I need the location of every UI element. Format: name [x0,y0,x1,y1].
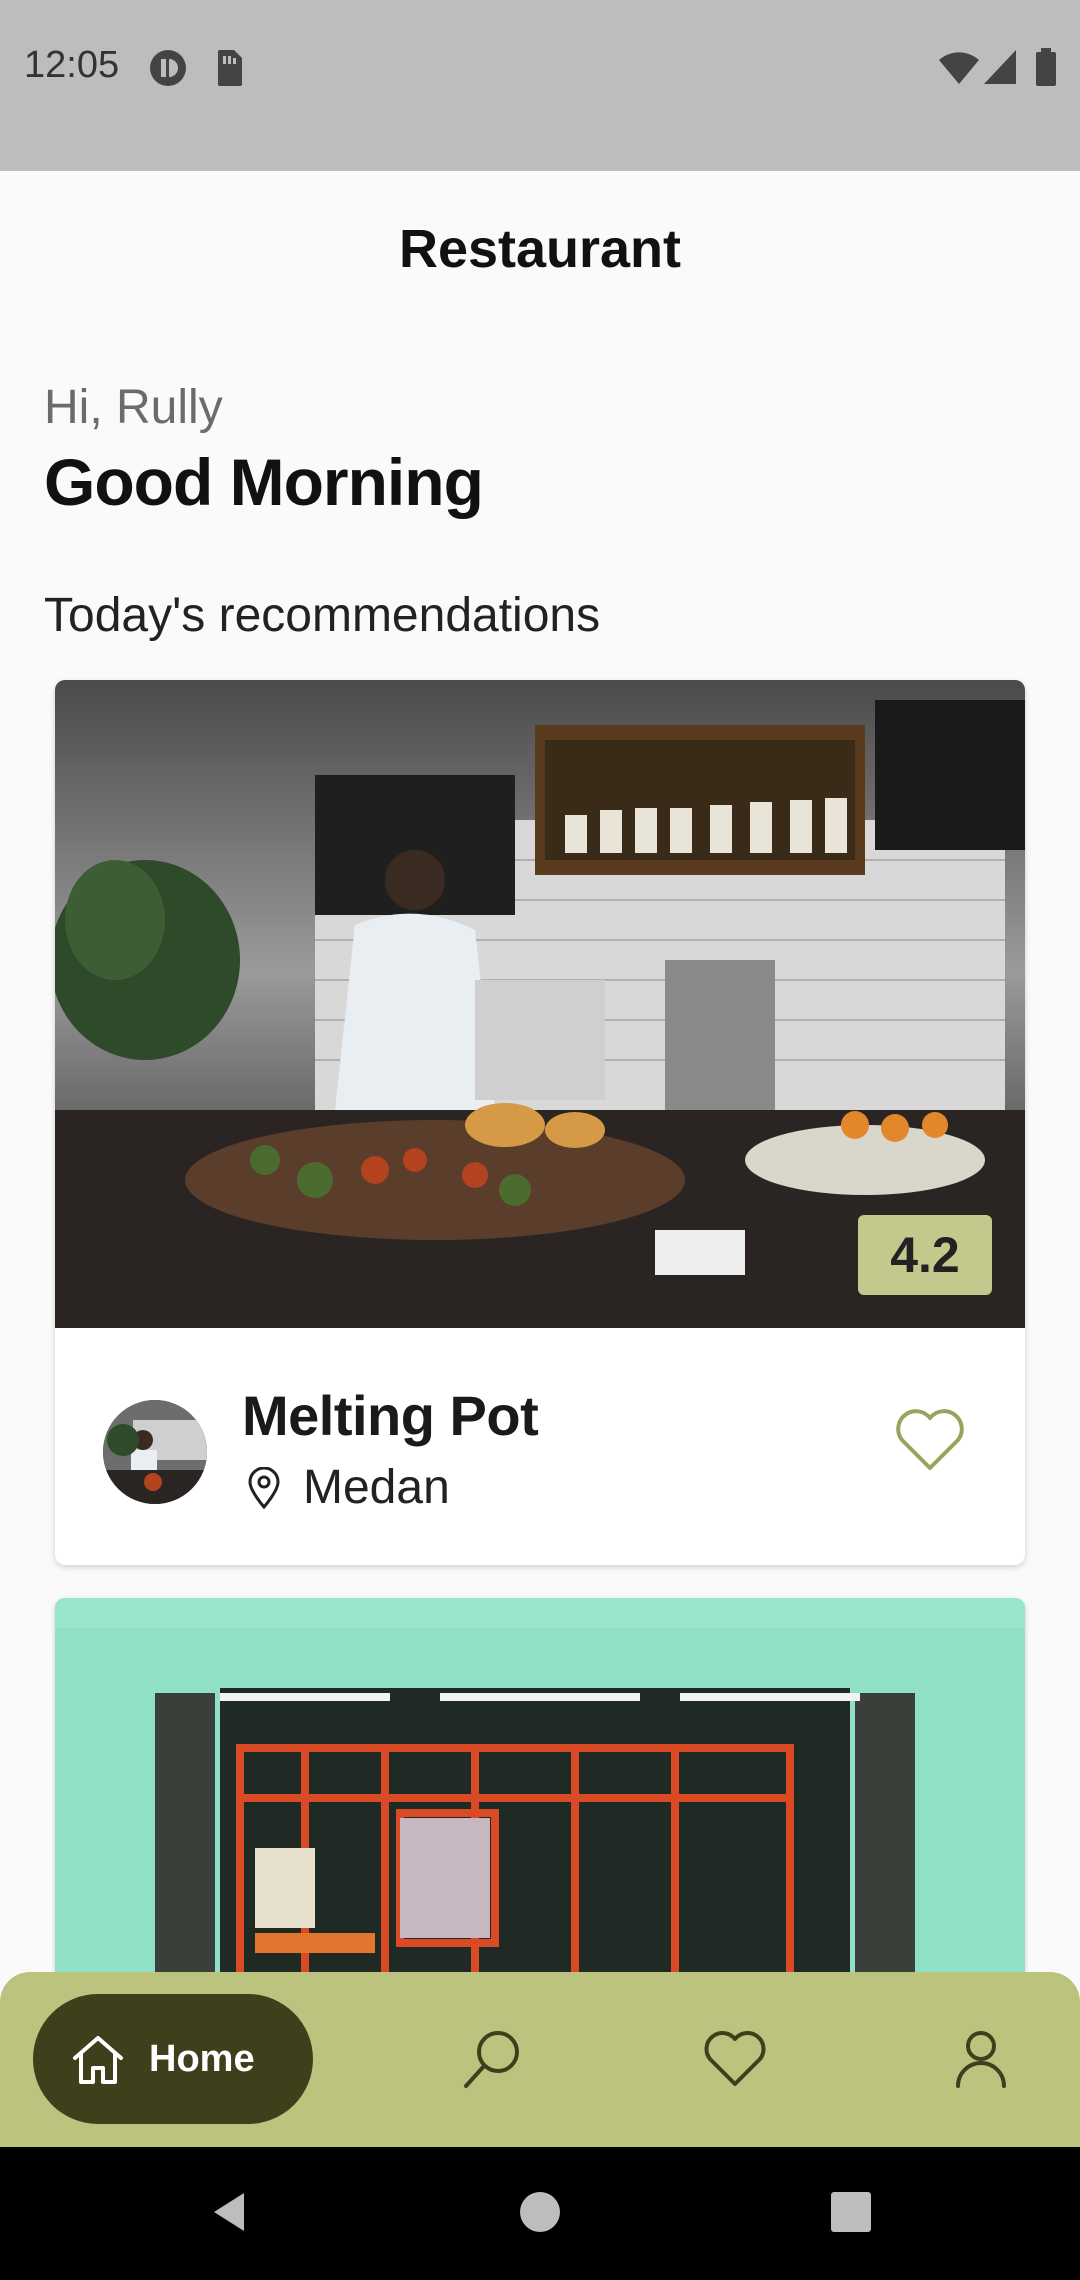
person-icon[interactable] [946,2024,1016,2094]
system-navigation-bar [0,2147,1080,2280]
greeting-headline: Good Morning [44,445,484,519]
bottom-navigation: Home [0,1972,1080,2147]
home-icon [73,2036,123,2084]
avatar [103,1400,207,1504]
nav-home-button[interactable]: Home [33,1994,313,2124]
media-icon [150,50,186,86]
restaurant-name: Melting Pot [242,1384,539,1447]
page-title: Restaurant [398,218,682,279]
status-bar: 12:05 [0,0,1080,171]
recents-icon[interactable] [828,2187,874,2237]
section-title: Today's recommendations [44,589,601,642]
battery-icon [1036,48,1056,86]
location-pin-icon [248,1466,280,1509]
signal-icon [984,50,1016,84]
home-circle-icon[interactable] [516,2187,564,2237]
restaurant-location: Medan [247,1460,450,1515]
heart-icon[interactable] [700,2024,770,2094]
app-bar: Restaurant [0,171,1080,326]
restaurant-card[interactable] [55,1598,1025,1998]
restaurant-city: Medan [303,1461,450,1514]
restaurant-card[interactable]: 4.2 Melting Pot Medan [55,680,1025,1565]
rating-badge: 4.2 [858,1215,992,1295]
greeting-text: Hi, Rully [44,381,223,434]
wifi-icon [939,52,979,84]
back-icon[interactable] [204,2187,254,2237]
restaurant-photo [55,1598,1025,1998]
status-time: 12:05 [24,44,120,86]
favorite-heart-icon[interactable] [890,1400,970,1480]
nav-home-label: Home [149,2037,255,2080]
sim-icon [218,50,242,86]
search-icon[interactable] [458,2024,528,2094]
